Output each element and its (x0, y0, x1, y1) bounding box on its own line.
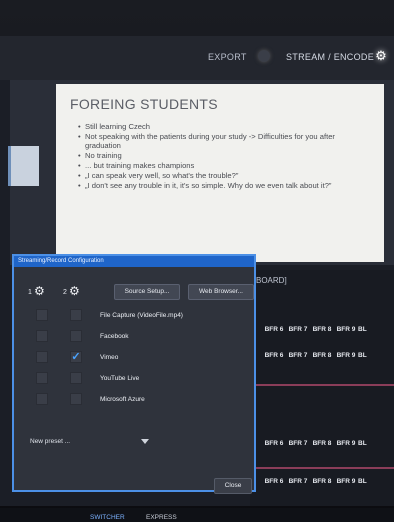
dialog-title: Streaming/Record Configuration (14, 256, 254, 267)
slide-bullet: Not speaking with the patients during yo… (78, 132, 370, 150)
export-settings-icon[interactable] (258, 50, 270, 62)
bfr-row: BFR 6 BFR 7 BFR 8 BFR 9 BL (262, 352, 372, 360)
source-setup-button[interactable]: Source Setup... (114, 284, 180, 300)
row-divider (250, 384, 394, 386)
service-label: Vimeo (100, 354, 119, 361)
bfr-button[interactable]: BFR 7 (286, 440, 310, 448)
slide-title: FOREING STUDENTS (70, 96, 218, 112)
presentation-slide: FOREING STUDENTS Still learning Czech No… (56, 84, 384, 262)
tab-switcher[interactable]: SWITCHER (90, 514, 125, 521)
bfr-button[interactable]: BFR 9 (334, 478, 358, 486)
board-label: BOARD] (256, 276, 287, 285)
service-2-checkbox-checked[interactable]: ✓ (70, 351, 82, 363)
stream-settings-gear-icon[interactable]: ⚙ (374, 49, 388, 63)
streaming-config-dialog: Streaming/Record Configuration 1 ⚙ 2 ⚙ S… (12, 254, 256, 494)
input-thumbnail[interactable] (8, 146, 39, 186)
bfr-button[interactable]: BFR 7 (286, 478, 310, 486)
service-2-checkbox[interactable] (70, 330, 82, 342)
black-button[interactable]: BL (358, 352, 372, 360)
bfr-button[interactable]: BFR 6 (262, 326, 286, 334)
bfr-button[interactable]: BFR 7 (286, 352, 310, 360)
row-divider (250, 467, 394, 469)
service-label: YouTube Live (100, 375, 140, 382)
bfr-button[interactable]: BFR 9 (334, 352, 358, 360)
bfr-button[interactable]: BFR 8 (310, 440, 334, 448)
service-1-checkbox[interactable] (36, 393, 48, 405)
bottom-tab-bar (0, 508, 394, 522)
config-1-label: 1 (28, 289, 32, 296)
black-button[interactable]: BL (358, 478, 372, 486)
service-1-checkbox[interactable] (36, 351, 48, 363)
black-button[interactable]: BL (358, 326, 372, 334)
black-button[interactable]: BL (358, 440, 372, 448)
chevron-down-icon[interactable] (141, 439, 149, 444)
bfr-button[interactable]: BFR 9 (334, 326, 358, 334)
close-button[interactable]: Close (214, 478, 252, 494)
slide-bullet: „I can speak very well, so what's the tr… (78, 171, 370, 180)
service-1-checkbox[interactable] (36, 330, 48, 342)
bfr-button[interactable]: BFR 8 (310, 326, 334, 334)
slide-bullet: Still learning Czech (78, 122, 370, 131)
bfr-button[interactable]: BFR 6 (262, 440, 286, 448)
slide-bullet: ... but training makes champions (78, 161, 370, 170)
config-2-label: 2 (63, 289, 67, 296)
service-1-checkbox[interactable] (36, 309, 48, 321)
bfr-button[interactable]: BFR 8 (310, 478, 334, 486)
slide-bullet: No training (78, 151, 370, 160)
bfr-button[interactable]: BFR 6 (262, 478, 286, 486)
config-1-gear-icon[interactable]: ⚙ (34, 285, 46, 297)
service-1-checkbox[interactable] (36, 372, 48, 384)
service-2-checkbox[interactable] (70, 372, 82, 384)
bfr-button[interactable]: BFR 8 (310, 352, 334, 360)
switcher-board (250, 270, 394, 506)
bfr-button[interactable]: BFR 6 (262, 352, 286, 360)
slide-bullet: „I don't see any trouble in it, it's so … (78, 181, 370, 190)
bfr-row: BFR 6 BFR 7 BFR 8 BFR 9 BL (262, 478, 372, 486)
service-label: Microsoft Azure (100, 396, 145, 403)
service-2-checkbox[interactable] (70, 393, 82, 405)
bfr-row: BFR 6 BFR 7 BFR 8 BFR 9 BL (262, 326, 372, 334)
export-tab[interactable]: EXPORT (208, 52, 247, 62)
bfr-row: BFR 6 BFR 7 BFR 8 BFR 9 BL (262, 440, 372, 448)
web-browser-button[interactable]: Web Browser... (188, 284, 254, 300)
tab-express[interactable]: EXPRESS (146, 514, 177, 521)
preset-dropdown[interactable]: New preset ... (30, 435, 150, 449)
stream-encode-tab[interactable]: STREAM / ENCODE (286, 52, 374, 62)
bfr-button[interactable]: BFR 9 (334, 440, 358, 448)
service-label: Facebook (100, 333, 129, 340)
service-2-checkbox[interactable] (70, 309, 82, 321)
config-2-gear-icon[interactable]: ⚙ (69, 285, 81, 297)
slide-bullets: Still learning Czech Not speaking with t… (70, 122, 370, 190)
bfr-button[interactable]: BFR 7 (286, 326, 310, 334)
service-label: File Capture (VideoFile.mp4) (100, 312, 183, 319)
